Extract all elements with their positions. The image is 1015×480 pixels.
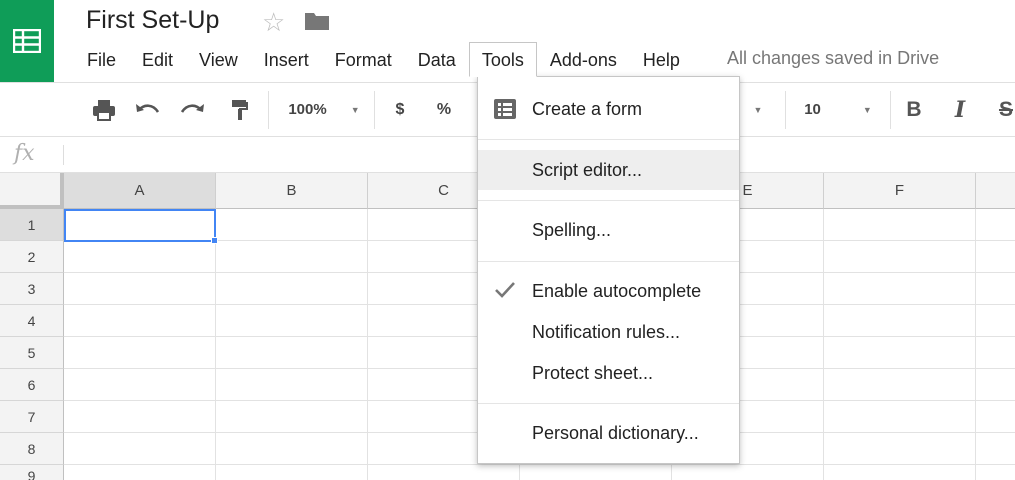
menu-separator xyxy=(478,403,739,404)
star-icon[interactable]: ☆ xyxy=(262,6,285,38)
font-family-dropdown[interactable]: ▼ xyxy=(748,83,768,136)
menu-item-label: Protect sheet... xyxy=(532,362,654,383)
row-header-3[interactable]: 3 xyxy=(0,273,64,305)
menu-view[interactable]: View xyxy=(186,42,251,77)
chevron-down-icon: ▼ xyxy=(753,104,763,115)
menu-insert[interactable]: Insert xyxy=(251,42,322,77)
menu-item-script-editor[interactable]: Script editor... xyxy=(478,150,739,190)
menu-item-spelling[interactable]: Spelling... xyxy=(478,210,739,250)
currency-label: $ xyxy=(395,100,405,118)
save-status[interactable]: All changes saved in Drive xyxy=(727,46,939,70)
row-header-2[interactable]: 2 xyxy=(0,241,64,273)
menu-help[interactable]: Help xyxy=(630,42,693,77)
menu-item-label: Enable autocomplete xyxy=(532,280,702,301)
menu-item-notification-rules[interactable]: Notification rules... xyxy=(478,312,739,352)
paint-format-icon[interactable] xyxy=(224,83,256,136)
menu-format[interactable]: Format xyxy=(322,42,405,77)
column-header-b[interactable]: B xyxy=(216,173,368,209)
grid-line xyxy=(64,464,1015,465)
fx-icon: fx xyxy=(14,141,35,166)
column-header-f[interactable]: F xyxy=(824,173,976,209)
checkmark-icon xyxy=(494,281,516,304)
toolbar-separator xyxy=(268,91,269,129)
undo-icon[interactable] xyxy=(132,83,164,136)
fill-handle[interactable] xyxy=(211,237,218,244)
zoom-select[interactable]: 100% ▼ xyxy=(283,83,365,136)
active-cell-a1[interactable] xyxy=(64,209,216,242)
tools-dropdown-menu: Create a form Script editor... Spelling.… xyxy=(477,76,740,464)
menu-tools[interactable]: Tools xyxy=(468,42,537,77)
chevron-down-icon: ▼ xyxy=(350,104,360,115)
zoom-value: 100% xyxy=(288,101,327,118)
redo-icon[interactable] xyxy=(176,83,208,136)
menu-separator xyxy=(478,139,739,140)
font-size-select[interactable]: 10 ▼ xyxy=(796,83,880,136)
font-size-value: 10 xyxy=(804,101,821,118)
chevron-down-icon: ▼ xyxy=(862,104,872,115)
menu-item-enable-autocomplete[interactable]: Enable autocomplete xyxy=(478,271,739,311)
percent-button[interactable]: % xyxy=(432,83,456,136)
row-header-8[interactable]: 8 xyxy=(0,433,64,465)
form-icon xyxy=(494,99,516,124)
menu-item-create-form[interactable]: Create a form xyxy=(478,89,739,129)
toolbar-separator xyxy=(890,91,891,129)
sheets-logo[interactable] xyxy=(0,0,54,82)
menu-item-label: Notification rules... xyxy=(532,321,681,342)
percent-label: % xyxy=(436,100,452,118)
menu-separator xyxy=(478,200,739,201)
menu-separator xyxy=(478,261,739,262)
folder-icon[interactable] xyxy=(304,11,330,36)
menu-file[interactable]: File xyxy=(74,42,129,77)
menu-item-label: Personal dictionary... xyxy=(532,422,699,443)
menu-add-ons[interactable]: Add-ons xyxy=(537,42,630,77)
sheets-grid-icon xyxy=(13,29,41,53)
italic-icon: I xyxy=(954,96,966,123)
row-header-1[interactable]: 1 xyxy=(0,209,64,241)
column-header-a[interactable]: A xyxy=(64,173,216,209)
bold-icon: B xyxy=(906,97,922,121)
menu-item-label: Script editor... xyxy=(532,159,643,180)
menu-data[interactable]: Data xyxy=(405,42,469,77)
document-title[interactable]: First Set-Up xyxy=(86,6,219,35)
menu-edit[interactable]: Edit xyxy=(129,42,186,77)
row-header-5[interactable]: 5 xyxy=(0,337,64,369)
strikethrough-icon: S xyxy=(998,97,1013,121)
menu-item-label: Spelling... xyxy=(532,219,612,240)
menu-item-label: Create a form xyxy=(532,98,643,119)
strikethrough-button[interactable]: S xyxy=(994,83,1015,136)
italic-button[interactable]: I xyxy=(948,83,972,136)
menu-item-personal-dictionary[interactable]: Personal dictionary... xyxy=(478,413,739,453)
row-header-9[interactable]: 9 xyxy=(0,465,64,480)
formula-separator xyxy=(63,145,64,165)
grid-line xyxy=(975,209,976,480)
toolbar-separator xyxy=(785,91,786,129)
currency-button[interactable]: $ xyxy=(388,83,412,136)
row-header-7[interactable]: 7 xyxy=(0,401,64,433)
menubar: File Edit View Insert Format Data Tools … xyxy=(74,42,693,77)
grid-line xyxy=(367,209,368,480)
print-icon[interactable] xyxy=(88,83,120,136)
select-all-corner[interactable] xyxy=(0,173,64,209)
column-header-g[interactable] xyxy=(976,173,1015,209)
grid-line xyxy=(823,209,824,480)
menu-item-protect-sheet[interactable]: Protect sheet... xyxy=(478,353,739,393)
bold-button[interactable]: B xyxy=(902,83,926,136)
row-header-6[interactable]: 6 xyxy=(0,369,64,401)
row-header-4[interactable]: 4 xyxy=(0,305,64,337)
toolbar-separator xyxy=(374,91,375,129)
grid-line xyxy=(215,209,216,480)
